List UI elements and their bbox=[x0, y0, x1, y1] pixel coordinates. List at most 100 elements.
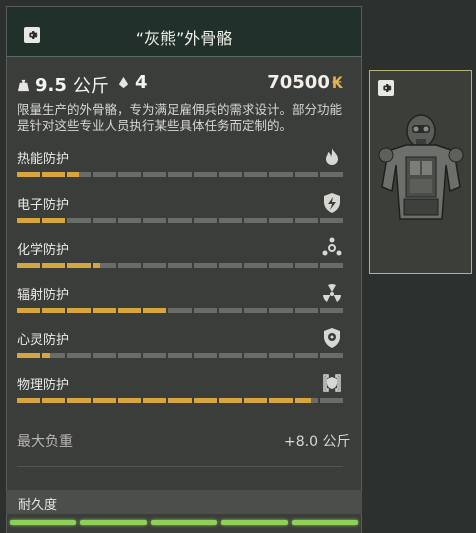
protection-bar-segment bbox=[193, 353, 217, 358]
protection-bar-segment bbox=[269, 263, 293, 268]
protection-label: 心灵防护 bbox=[17, 333, 70, 348]
protection-bar-segment bbox=[17, 353, 41, 358]
protection-bar-segment bbox=[168, 218, 192, 223]
title-bar: “灰熊”外骨骼 bbox=[7, 7, 361, 57]
protection-bar-segment bbox=[269, 308, 293, 313]
protection-bar-segment bbox=[244, 263, 268, 268]
protection-bar-segment bbox=[294, 218, 318, 223]
item-preview[interactable] bbox=[369, 70, 472, 274]
psy-shield-icon bbox=[321, 327, 343, 349]
protection-bar-segment bbox=[92, 218, 116, 223]
protection-bar-segment bbox=[269, 353, 293, 358]
protection-bar-segment bbox=[67, 218, 91, 223]
protection-bar bbox=[17, 172, 344, 177]
lightning-shield-icon bbox=[321, 192, 343, 214]
protection-bar-segment bbox=[117, 353, 142, 358]
gear-icon bbox=[383, 84, 392, 92]
preview-settings-button[interactable] bbox=[378, 80, 394, 96]
protection-row: 心灵防护 bbox=[17, 327, 344, 365]
protection-bar-segment bbox=[92, 263, 116, 268]
protection-bar-segment bbox=[42, 353, 66, 358]
protection-bar bbox=[17, 308, 344, 313]
protection-bar-segment bbox=[319, 263, 344, 268]
protection-bar-segment bbox=[42, 172, 66, 177]
protection-bar-segment bbox=[67, 398, 91, 403]
durability-segment bbox=[10, 520, 77, 525]
durability-row: 耐久度 bbox=[6, 490, 362, 514]
durability-segment bbox=[150, 520, 218, 525]
protection-bar-segment bbox=[143, 398, 167, 403]
protection-bar-segment bbox=[244, 172, 268, 177]
slots-value: 4 bbox=[135, 72, 148, 93]
protection-bar-segment bbox=[143, 172, 167, 177]
protection-bar-segment bbox=[17, 398, 41, 403]
protection-bar-segment bbox=[319, 308, 344, 313]
protection-label: 辐射防护 bbox=[17, 288, 70, 303]
protection-bar-segment bbox=[67, 353, 91, 358]
protection-bar-segment bbox=[92, 308, 116, 313]
protection-bar bbox=[17, 353, 344, 358]
protection-bar-segment bbox=[168, 353, 192, 358]
protection-bar-segment bbox=[17, 263, 41, 268]
protection-bar-segment bbox=[117, 172, 142, 177]
protection-bar-segment bbox=[319, 398, 344, 403]
protection-bar-segment bbox=[117, 263, 142, 268]
protection-bar-segment bbox=[143, 308, 167, 313]
durability-segment bbox=[291, 520, 359, 525]
flame-icon bbox=[321, 146, 343, 168]
protection-bar-segment bbox=[218, 398, 243, 403]
protection-bar-segment bbox=[269, 172, 293, 177]
protection-bar-segment bbox=[168, 263, 192, 268]
protection-bar-segment bbox=[67, 172, 91, 177]
durability-segment bbox=[221, 520, 288, 525]
exoskeleton-image bbox=[378, 114, 464, 220]
protection-bar-segment bbox=[117, 218, 142, 223]
protection-label: 化学防护 bbox=[17, 243, 70, 258]
item-title: “灰熊”外骨骼 bbox=[135, 29, 233, 48]
protection-bar-segment bbox=[42, 308, 66, 313]
divider bbox=[17, 466, 343, 467]
protection-bar-segment bbox=[294, 263, 318, 268]
protection-row: 化学防护 bbox=[17, 237, 344, 275]
protection-bar-segment bbox=[269, 218, 293, 223]
protection-bar-segment bbox=[92, 172, 116, 177]
protection-bar-segment bbox=[218, 218, 243, 223]
protection-bar-segment bbox=[193, 218, 217, 223]
protection-bar-segment bbox=[143, 263, 167, 268]
protection-bar-segment bbox=[168, 172, 192, 177]
armor-icon bbox=[321, 372, 343, 394]
biohazard-icon bbox=[321, 237, 343, 259]
protection-bar-segment bbox=[319, 353, 344, 358]
weight-value: 9.5 bbox=[35, 74, 67, 96]
durability-bar bbox=[6, 520, 362, 527]
protection-bar-segment bbox=[218, 172, 243, 177]
protection-bar-segment bbox=[218, 308, 243, 313]
protection-bar-segment bbox=[244, 308, 268, 313]
weight-stat: 9.5 公斤 bbox=[17, 72, 109, 98]
protection-bar-segment bbox=[42, 263, 66, 268]
protection-bar-segment bbox=[143, 218, 167, 223]
protection-bar-segment bbox=[92, 353, 116, 358]
protection-bar-segment bbox=[67, 263, 91, 268]
protection-row: 辐射防护 bbox=[17, 284, 344, 320]
protection-bar-segment bbox=[193, 263, 217, 268]
protection-row: 物理防护 bbox=[17, 372, 344, 410]
protection-bar-segment bbox=[67, 308, 91, 313]
protection-bar-segment bbox=[294, 172, 318, 177]
durability-segment bbox=[80, 520, 147, 525]
protection-label: 物理防护 bbox=[17, 378, 70, 393]
protection-bar-segment bbox=[244, 353, 268, 358]
protection-bar-segment bbox=[319, 218, 344, 223]
item-description: 限量生产的外骨骼，专为满足雇佣兵的需求设计。部分功能是针对这些专业人员执行某些具… bbox=[17, 102, 343, 133]
slot-icon bbox=[118, 76, 129, 89]
protection-bar-segment bbox=[193, 308, 217, 313]
item-stats: 9.5 公斤 4 70500 ₭ bbox=[17, 72, 343, 98]
protection-bar-segment bbox=[218, 263, 243, 268]
protection-bar-segment bbox=[244, 398, 268, 403]
protection-bar-segment bbox=[168, 308, 192, 313]
max-load-label: 最大负重 bbox=[17, 434, 73, 450]
protection-bar-segment bbox=[269, 398, 293, 403]
protection-row: 电子防护 bbox=[17, 192, 344, 230]
protection-bar-segment bbox=[143, 353, 167, 358]
protection-bar-segment bbox=[319, 172, 344, 177]
